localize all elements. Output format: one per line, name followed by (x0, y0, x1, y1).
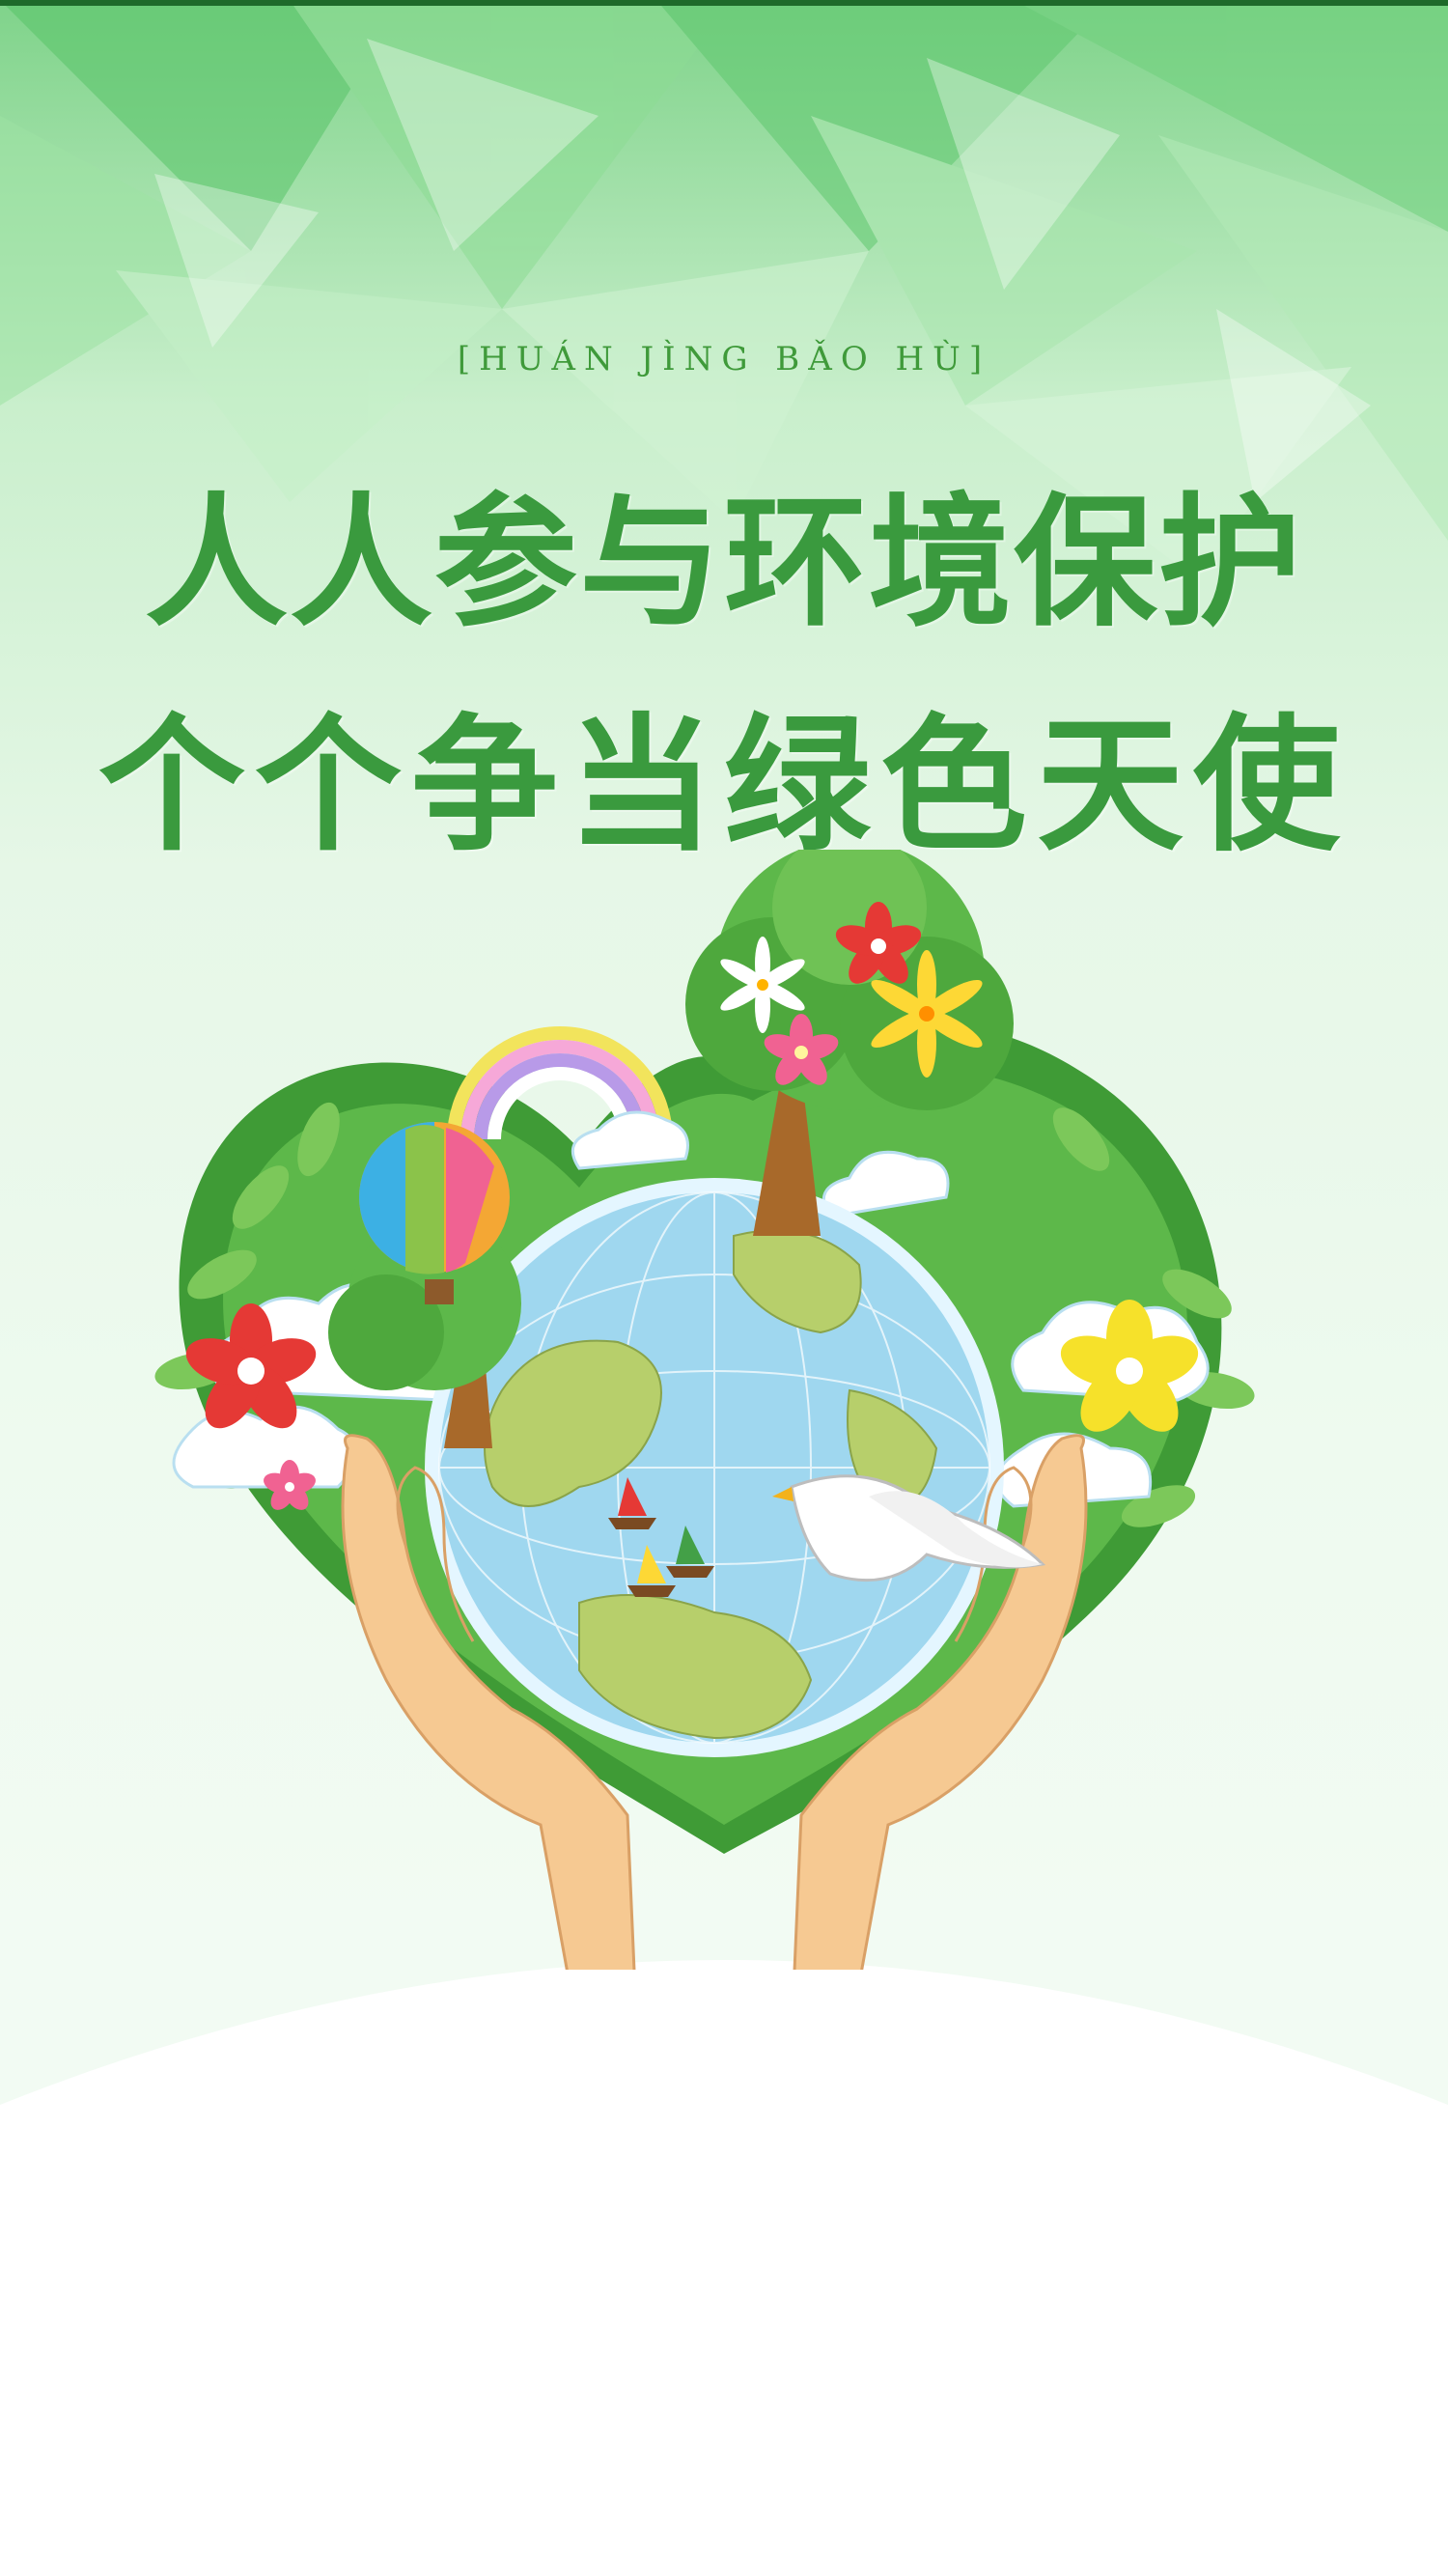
earth-in-hands-illustration (154, 850, 1255, 1970)
pinyin-subtitle: [HUÁN JÌNG BǍO HÙ] (457, 340, 991, 378)
environmental-poster: [HUÁN JÌNG BǍO HÙ] 人人参与环境保护 个个争当绿色天使 (0, 0, 1448, 2576)
headline-line-2: 个个争当绿色天使 (98, 698, 1350, 871)
headline-line-1: 人人参与环境保护 (145, 478, 1303, 646)
